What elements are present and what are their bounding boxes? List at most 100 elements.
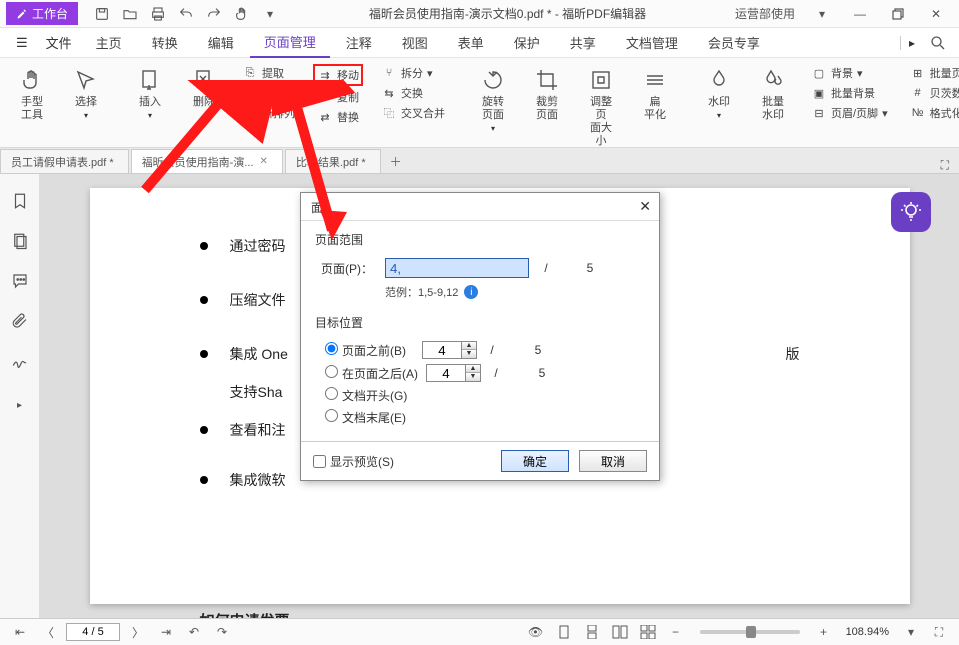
- before-spin-input[interactable]: [422, 341, 462, 359]
- menu-file[interactable]: 文件: [38, 33, 80, 52]
- batch-header-footer-button[interactable]: ⊞批量页眉/页脚: [906, 64, 959, 82]
- redo-icon[interactable]: [204, 4, 224, 24]
- replace-button[interactable]: ⇄替换: [313, 108, 363, 126]
- select-button[interactable]: 选择 ▾: [66, 64, 106, 122]
- continuous-page-icon[interactable]: [582, 622, 602, 642]
- zoom-out-button[interactable]: −: [666, 622, 686, 642]
- page-number-input[interactable]: [66, 623, 120, 641]
- pages-icon[interactable]: [9, 230, 31, 252]
- batch-watermark-button[interactable]: 批量 水印: [753, 64, 793, 124]
- menu-tab-home[interactable]: 主页: [82, 28, 136, 58]
- user-dropdown-icon[interactable]: ▾: [805, 3, 839, 25]
- spin-up-icon[interactable]: ▲: [466, 365, 480, 373]
- first-page-button[interactable]: ⇤: [10, 622, 30, 642]
- menu-tab-form[interactable]: 表单: [444, 28, 498, 58]
- rearrange-button[interactable]: ▦新排列: [238, 104, 299, 122]
- expand-tabs-icon[interactable]: ⛶: [931, 158, 959, 173]
- forward-view-button[interactable]: ↷: [212, 622, 232, 642]
- radio-after[interactable]: 在页面之后(A): [325, 365, 418, 382]
- merge-button[interactable]: ⿻交叉合并: [377, 104, 449, 122]
- crop-button[interactable]: 裁剪 页面: [527, 64, 567, 124]
- split-button[interactable]: ⑂拆分 ▾: [377, 64, 449, 82]
- after-spinner[interactable]: ▲▼: [426, 364, 481, 382]
- preview-checkbox[interactable]: 显示预览(S): [313, 453, 394, 470]
- after-spin-input[interactable]: [426, 364, 466, 382]
- hamburger-icon[interactable]: ☰: [8, 35, 36, 51]
- menu-tab-edit[interactable]: 编辑: [194, 28, 248, 58]
- menu-tab-member[interactable]: 会员专享: [694, 28, 774, 58]
- doc-tab-1[interactable]: 福昕会员使用指南-演...✕: [131, 149, 283, 173]
- menu-tab-doc-manage[interactable]: 文档管理: [612, 28, 692, 58]
- add-tab-button[interactable]: ＋: [383, 149, 409, 173]
- hand-icon[interactable]: [232, 4, 252, 24]
- rotate-button[interactable]: 旋转 页面 ▾: [473, 64, 513, 135]
- radio-end[interactable]: 文档末尾(E): [325, 409, 406, 426]
- dropdown-icon[interactable]: ▾: [260, 4, 280, 24]
- batch-background-button[interactable]: ▣批量背景: [807, 84, 892, 102]
- save-icon[interactable]: [92, 4, 112, 24]
- radio-before[interactable]: 页面之前(B): [325, 342, 406, 359]
- doc-tab-0[interactable]: 员工请假申请表.pdf *: [0, 149, 129, 173]
- user-label[interactable]: 运营部使用: [735, 5, 795, 22]
- header-footer-button[interactable]: ⊟页眉/页脚 ▾: [807, 104, 892, 122]
- zoom-in-button[interactable]: +: [814, 622, 834, 642]
- lightbulb-hint-icon[interactable]: [891, 192, 931, 232]
- menu-tab-page-manage[interactable]: 页面管理: [250, 28, 330, 58]
- zoom-slider[interactable]: [700, 630, 800, 634]
- dialog-close-button[interactable]: ✕: [639, 198, 651, 215]
- print-icon[interactable]: [148, 4, 168, 24]
- menu-tab-protect[interactable]: 保护: [500, 28, 554, 58]
- search-icon[interactable]: [929, 34, 947, 52]
- zoom-dropdown-icon[interactable]: ▾: [901, 622, 921, 642]
- comment-icon[interactable]: [9, 270, 31, 292]
- open-icon[interactable]: [120, 4, 140, 24]
- radio-start[interactable]: 文档开头(G): [325, 387, 407, 404]
- next-page-button[interactable]: 〉: [128, 622, 148, 642]
- workspace-button[interactable]: 工作台: [6, 2, 78, 25]
- swap-button[interactable]: ⇆交换: [377, 84, 449, 102]
- maximize-button[interactable]: [881, 3, 915, 25]
- resize-button[interactable]: 调整页 面大小: [581, 64, 621, 150]
- fullscreen-icon[interactable]: ⛶: [929, 622, 949, 642]
- back-view-button[interactable]: ↶: [184, 622, 204, 642]
- doc-tab-2[interactable]: 比较结果.pdf *: [285, 149, 381, 173]
- menu-tab-annotate[interactable]: 注释: [332, 28, 386, 58]
- spin-up-icon[interactable]: ▲: [462, 342, 476, 350]
- ok-button[interactable]: 确定: [501, 450, 569, 472]
- insert-button[interactable]: 插入 ▾: [130, 64, 170, 122]
- delete-button[interactable]: 删除: [184, 64, 224, 111]
- menu-tab-convert[interactable]: 转换: [138, 28, 192, 58]
- overflow-icon[interactable]: ▸: [900, 36, 923, 50]
- page-range-input[interactable]: [385, 258, 529, 278]
- info-icon[interactable]: i: [464, 285, 478, 299]
- cancel-button[interactable]: 取消: [579, 450, 647, 472]
- undo-icon[interactable]: [176, 4, 196, 24]
- bates-number-button[interactable]: #贝茨数 ▾: [906, 84, 959, 102]
- zoom-label[interactable]: 108.94%: [846, 626, 889, 638]
- last-page-button[interactable]: ⇥: [156, 622, 176, 642]
- move-button[interactable]: ⇉移动: [313, 64, 363, 86]
- spin-down-icon[interactable]: ▼: [466, 373, 480, 381]
- before-spinner[interactable]: ▲▼: [422, 341, 477, 359]
- zoom-thumb[interactable]: [746, 626, 756, 638]
- hand-tool-button[interactable]: 手型 工具: [12, 64, 52, 124]
- read-mode-icon[interactable]: 👁: [526, 622, 546, 642]
- menu-tab-view[interactable]: 视图: [388, 28, 442, 58]
- continuous-facing-icon[interactable]: [638, 622, 658, 642]
- prev-page-button[interactable]: 〈: [38, 622, 58, 642]
- bookmark-icon[interactable]: [9, 190, 31, 212]
- flatten-button[interactable]: 扁 平化: [635, 64, 675, 124]
- expand-sidebar-icon[interactable]: ▸: [9, 394, 31, 416]
- signature-icon[interactable]: [9, 350, 31, 372]
- spin-down-icon[interactable]: ▼: [462, 350, 476, 358]
- menu-tab-share[interactable]: 共享: [556, 28, 610, 58]
- single-page-icon[interactable]: [554, 622, 574, 642]
- reverse-button[interactable]: ⇅逆页序: [238, 84, 299, 102]
- extract-button[interactable]: ⎘提取: [238, 64, 299, 82]
- format-page-number-button[interactable]: №格式化页码: [906, 104, 959, 122]
- facing-page-icon[interactable]: [610, 622, 630, 642]
- minimize-button[interactable]: —: [843, 3, 877, 25]
- close-button[interactable]: ✕: [919, 3, 953, 25]
- copy-button[interactable]: ⧉复制: [313, 88, 363, 106]
- watermark-button[interactable]: 水印 ▾: [699, 64, 739, 122]
